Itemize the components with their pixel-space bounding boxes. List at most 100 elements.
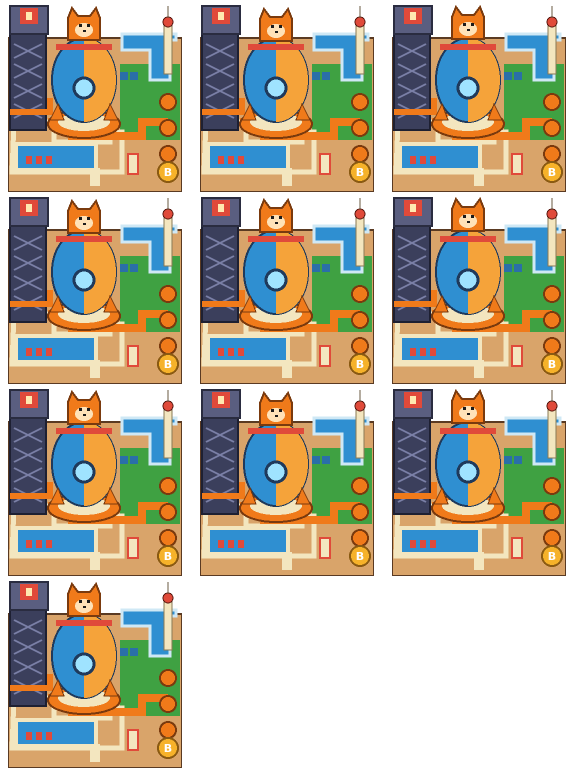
panel-button [130, 264, 138, 272]
indicator-light [46, 732, 52, 740]
gate [90, 744, 100, 762]
indicator-light [46, 348, 52, 356]
pillar [127, 537, 139, 559]
hut-window [26, 12, 32, 20]
indicator-light [26, 156, 32, 164]
sprite-frame-5: B [200, 196, 374, 384]
sprite-frame-3: B [392, 4, 566, 192]
dog-eye [279, 216, 282, 219]
rocket-collar [56, 236, 112, 242]
indicator-light [36, 540, 42, 548]
panel-button [312, 72, 320, 80]
round-tank [159, 119, 177, 137]
round-tank [543, 119, 561, 137]
panel-button [120, 456, 128, 464]
dog-nose [83, 606, 86, 608]
dog-nose [83, 30, 86, 32]
coin-symbol: B [164, 742, 172, 755]
coin-symbol: B [356, 358, 364, 371]
antenna-mast [163, 23, 173, 75]
coin-symbol: B [356, 166, 364, 179]
dog-eye [463, 23, 466, 26]
indicator-light [228, 540, 234, 548]
antenna-light [162, 592, 174, 604]
panel-button [130, 456, 138, 464]
sprite-frame-2: B [200, 4, 374, 192]
antenna-mast [547, 23, 557, 75]
antenna-light [162, 16, 174, 28]
dog-nose [467, 413, 470, 415]
antenna-mast [355, 23, 365, 75]
dog-eye [79, 24, 82, 27]
panel-button [322, 72, 330, 80]
round-tank [159, 669, 177, 687]
dog-nose [467, 221, 470, 223]
dog-eye [471, 407, 474, 410]
indicator-light [238, 348, 244, 356]
gate [282, 360, 292, 378]
sprite-frame-1: B [8, 4, 182, 192]
pillar [319, 153, 331, 175]
hut-window [218, 396, 224, 404]
round-tank [543, 337, 561, 355]
rocket-porthole [72, 76, 96, 100]
indicator-light [238, 540, 244, 548]
panel-button [504, 456, 512, 464]
rocket-collar [56, 428, 112, 434]
sprite-frame-8: B [200, 388, 374, 576]
antenna-light [354, 16, 366, 28]
round-tank [159, 529, 177, 547]
dog-nose [275, 222, 278, 224]
coin-symbol: B [164, 550, 172, 563]
panel-button [120, 72, 128, 80]
coin-symbol: B [356, 550, 364, 563]
panel-button [514, 456, 522, 464]
rocket-porthole [264, 268, 288, 292]
antenna-mast [355, 407, 365, 459]
rocket-collar [440, 44, 496, 50]
rocket-collar [248, 236, 304, 242]
round-tank [543, 145, 561, 163]
indicator-light [410, 348, 416, 356]
indicator-light [410, 156, 416, 164]
sprite-frame-9: B [392, 388, 566, 576]
dog-eye [87, 408, 90, 411]
panel-button [130, 72, 138, 80]
indicator-light [238, 156, 244, 164]
gate [474, 360, 484, 378]
antenna-mast [355, 215, 365, 267]
round-tank [351, 337, 369, 355]
hut-window [410, 204, 416, 212]
rocket-porthole [264, 76, 288, 100]
antenna-light [354, 208, 366, 220]
rocket-porthole [456, 268, 480, 292]
sprite-sheet: B B B B B B B B B B [0, 0, 576, 768]
panel-button [312, 264, 320, 272]
dog-nose [83, 223, 86, 225]
indicator-light [228, 156, 234, 164]
coin-symbol: B [548, 358, 556, 371]
panel-button [322, 456, 330, 464]
rocket-porthole [72, 268, 96, 292]
dog-eye [87, 24, 90, 27]
coin-symbol: B [164, 358, 172, 371]
antenna-mast [547, 215, 557, 267]
dog-eye [79, 217, 82, 220]
sprite-frame-6: B [392, 196, 566, 384]
panel-button [312, 456, 320, 464]
round-tank [159, 721, 177, 739]
gate [474, 168, 484, 186]
indicator-light [430, 540, 436, 548]
round-tank [351, 119, 369, 137]
indicator-light [46, 540, 52, 548]
indicator-light [430, 156, 436, 164]
round-tank [351, 503, 369, 521]
round-tank [351, 477, 369, 495]
gate [282, 552, 292, 570]
round-tank [543, 503, 561, 521]
pillar [127, 729, 139, 751]
indicator-light [46, 156, 52, 164]
coin-symbol: B [548, 550, 556, 563]
panel-button [322, 264, 330, 272]
panel-button [504, 72, 512, 80]
